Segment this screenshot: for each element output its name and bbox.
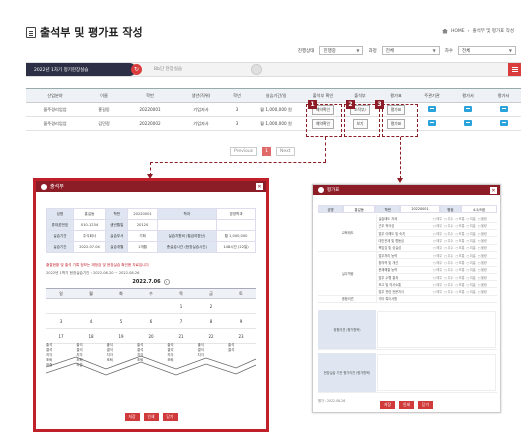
chevron-down-icon: ▼ [432, 48, 436, 53]
evaluation-table: 교육태도 실습태도 자세 매우우수보통미흡불량 근무 적극성 매우우수보통미흡불… [318, 215, 497, 304]
opinion-textarea[interactable] [377, 311, 496, 348]
rating-radios[interactable]: 매우우수보통미흡불량 [433, 275, 497, 280]
prev-button[interactable]: Previous [230, 147, 258, 156]
warning-note: 출결현황 및 출석 기록 정보는 재정검 및 현장실습 확인용 자료입니다 [46, 263, 149, 267]
tag-2: 2 [346, 100, 355, 109]
col-header: 실습기간/일 [248, 88, 304, 103]
chevron-down-icon: ▼ [508, 48, 512, 53]
page-title: 출석부 및 평가표 작성 [26, 24, 143, 40]
print-button[interactable]: 인쇄 [399, 401, 414, 409]
calendar-week: 1 2 [46, 298, 256, 314]
chevron-right-icon[interactable]: › [163, 279, 170, 285]
course-select[interactable]: 전체 ▼ [381, 46, 440, 55]
step-circle-icon[interactable] [251, 64, 262, 75]
rating-radios[interactable]: 매우우수보통미흡불량 [433, 245, 497, 250]
col-header: 생년(직위) [176, 88, 226, 103]
calendar-table: 일 월 화 수 목 금 토 1 2 3 4 5 6 7 8 9 17 18 19… [46, 288, 256, 344]
next-button[interactable]: Next [276, 147, 295, 156]
close-button[interactable]: 닫기 [162, 413, 178, 421]
close-button[interactable]: 닫기 [418, 401, 433, 409]
rating-radios[interactable]: 매우우수보통미흡불량 [433, 238, 497, 243]
tag-3: 3 [375, 100, 384, 109]
rating-radios[interactable]: 매우우수보통미흡불량 [433, 267, 497, 272]
document-icon[interactable] [464, 120, 472, 126]
breadcrumb: HOME › 출석부 및 평가표 작성 [441, 28, 514, 34]
course-name: 2022년 1차기 정기현장실습 [26, 63, 136, 76]
document-icon[interactable] [499, 120, 508, 126]
evaluation-actions: 저장 인쇄 닫기 [313, 401, 500, 409]
evaluation-summary: 성명 홍길동 학번 20220001 평점 4.5/5점 [318, 205, 497, 213]
course-bar: 2022년 1차기 정기현장실습 ↻ Bb단 현장실습 [26, 62, 521, 77]
evaluation-panel-header: 평가표 ✕ [313, 185, 500, 195]
col-header: 평가서 [450, 88, 486, 103]
attendance-panel: 출석부 ✕ 성명 홍길동 학번 20220001 학과 경영학과 휴대폰번호 0… [33, 178, 269, 432]
document-icon[interactable] [499, 106, 508, 112]
rating-radios[interactable]: 매우우수보통미흡불량 [433, 289, 497, 294]
opinion-area: 종합의견 (평가항목) [318, 310, 497, 350]
home-icon[interactable] [441, 28, 448, 34]
student-table: 산업분야 이름 학번 생년(직위) 학년 실습기간/일 출석부 확인 출석부 평… [26, 88, 521, 131]
connector-line [325, 137, 326, 162]
col-header: 평가서 [486, 88, 521, 103]
evaluation-panel: 평가표 ✕ 성명 홍길동 학번 20220001 평점 4.5/5점 교육태도 … [312, 184, 501, 413]
info-icon [318, 187, 324, 193]
col-header: 학년 [226, 88, 248, 103]
col-header: 산업분야 [26, 88, 84, 103]
document-icon[interactable] [464, 106, 472, 112]
col-header: 학번 [124, 88, 176, 103]
rating-radios[interactable]: 매우우수보통미흡불량 [433, 231, 497, 236]
col-header: 주관기관 [414, 88, 450, 103]
tag-1: 1 [308, 100, 317, 109]
save-button[interactable]: 저장 [380, 401, 395, 409]
connector-line [400, 137, 401, 179]
col-header: 이름 [84, 88, 124, 103]
agency-opinion-area: 현장실습 기관 평가의견 (평가항목) [318, 353, 497, 393]
document-icon[interactable] [428, 106, 436, 112]
round-select[interactable]: 전체 ▼ [458, 46, 516, 55]
course-placeholder: Bb단 현장실습 [154, 67, 183, 72]
connector-line [150, 162, 326, 163]
menu-button[interactable] [508, 63, 521, 76]
student-info-table: 성명 홍길동 학번 20220001 학과 경영학과 휴대폰번호 010-123… [46, 208, 256, 253]
rating-radios[interactable]: 매우우수보통미흡불량 [433, 253, 497, 258]
rating-radios[interactable]: 매우우수보통미흡불량 [433, 282, 497, 287]
highlight-box-3 [382, 104, 418, 137]
period-note: 2022년 1학기 현장실습기간 : 2022.06.20 ~ 2022.08.… [46, 271, 140, 275]
rating-radios[interactable]: 매우우수보통미흡불량 [433, 260, 497, 265]
info-icon [41, 183, 47, 190]
torn-edge-divider [46, 355, 256, 376]
close-icon[interactable]: ✕ [490, 187, 497, 194]
pagination: Previous 1 Next [230, 147, 295, 156]
refresh-icon[interactable]: ↻ [131, 64, 142, 75]
rating-radios[interactable]: 매우우수보통미흡불량 [433, 216, 497, 221]
document-icon [26, 26, 36, 38]
status-select[interactable]: 진행중 ▼ [319, 46, 364, 55]
current-page[interactable]: 1 [262, 147, 272, 156]
attendance-panel-header: 출석부 ✕ [36, 181, 266, 192]
month-label: 2022.7.06 [132, 279, 161, 285]
close-icon[interactable]: ✕ [256, 183, 263, 190]
calendar-week: 17 18 19 20 21 22 23 [46, 328, 256, 344]
attendance-actions: 저장 인쇄 닫기 [36, 413, 266, 421]
document-icon[interactable] [428, 120, 436, 126]
table-row: 울주경리업업 홍길동 20220001 기업자사 3 월 1,000,000 원… [26, 102, 521, 117]
chevron-down-icon: ▼ [356, 48, 360, 53]
month-nav: 2022.7.06 › [36, 279, 266, 285]
filter-bar: 진행상태 진행중 ▼ 과정 전체 ▼ 차수 전체 ▼ [298, 46, 516, 55]
table-row: 울주경리업업 김민정 20220002 기업자사 3 월 1,000,000 원… [26, 116, 521, 131]
calendar-week: 3 4 5 6 7 8 9 [46, 313, 256, 329]
rating-radios[interactable]: 매우우수보통미흡불량 [433, 223, 497, 228]
agency-opinion-textarea[interactable] [377, 354, 496, 391]
save-button[interactable]: 저장 [124, 413, 140, 421]
arrow-icon [397, 178, 403, 183]
print-button[interactable]: 인쇄 [143, 413, 159, 421]
